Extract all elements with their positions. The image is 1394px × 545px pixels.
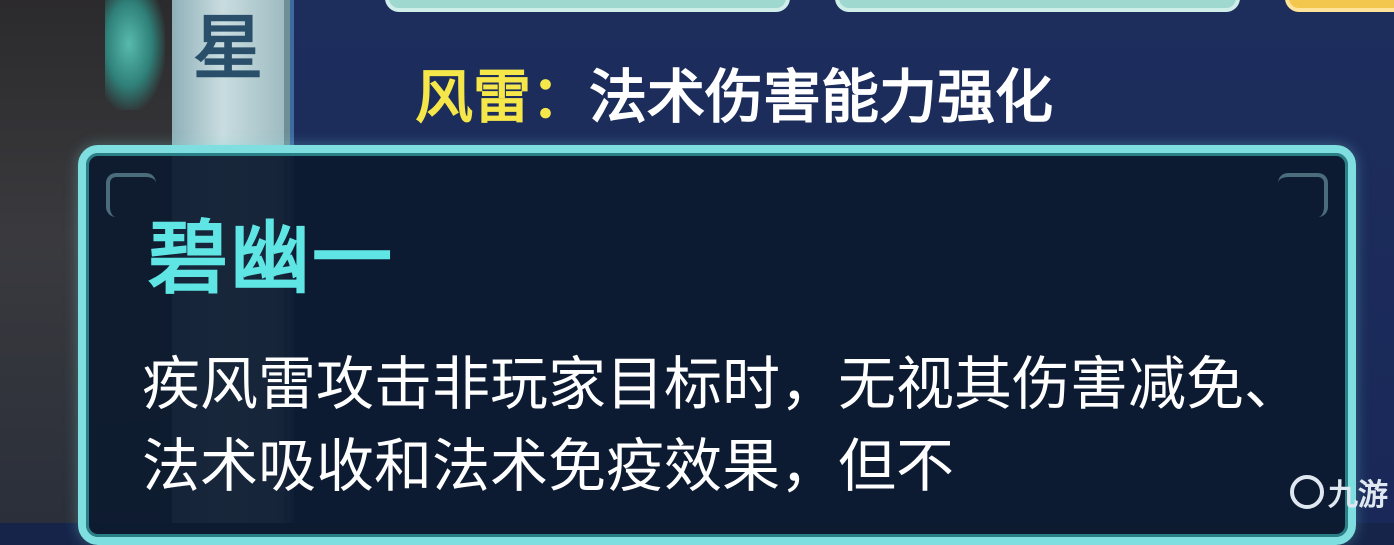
foliage-decoration: [105, 0, 165, 110]
attribute-line: 风雷：法术伤害能力强化: [415, 52, 1053, 142]
watermark-logo-icon: [1290, 475, 1324, 509]
side-tab-label: 星: [193, 7, 263, 89]
top-tab-button-3[interactable]: [1285, 0, 1394, 12]
watermark-text: 九游: [1328, 478, 1388, 513]
attribute-value: 法术伤害能力强化: [589, 63, 1054, 131]
skill-tooltip: 碧幽一 疾风雷攻击非玩家目标时，无视其伤害减免、法术吸收和法术免疫效果，但不: [78, 145, 1356, 545]
top-tab-button-2[interactable]: [835, 0, 1240, 12]
top-tab-button-1[interactable]: [385, 0, 790, 12]
attribute-separator: ：: [531, 63, 590, 131]
attribute-key: 风雷: [415, 63, 532, 131]
tooltip-description: 疾风雷攻击非玩家目标时，无视其伤害减免、法术吸收和法术免疫效果，但不: [142, 350, 1303, 500]
corner-ornament-right: [1278, 173, 1328, 217]
watermark: 九游: [1290, 467, 1388, 517]
tooltip-title: 碧幽一: [148, 212, 394, 305]
